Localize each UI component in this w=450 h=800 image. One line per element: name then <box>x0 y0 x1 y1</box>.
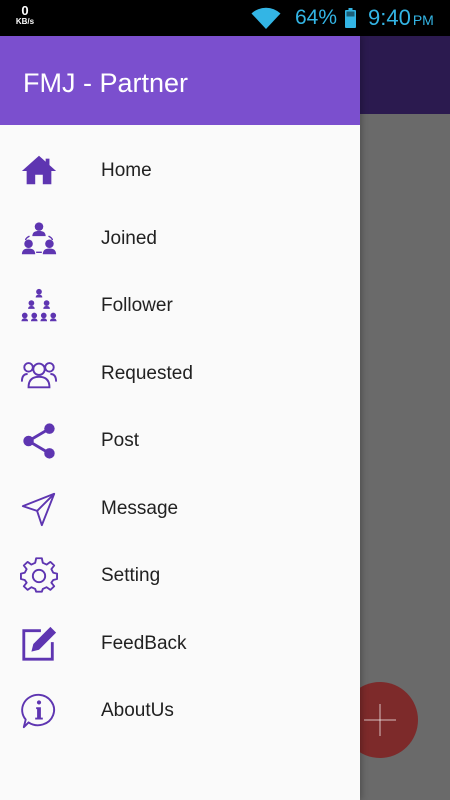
network-speed-unit: KB/s <box>15 17 35 26</box>
menu-item-joined[interactable]: Joined <box>0 205 360 273</box>
navigation-drawer: FMJ - Partner Home Joined Follower Reque… <box>0 36 360 800</box>
drawer-title: FMJ - Partner <box>23 68 189 98</box>
menu-item-aboutus[interactable]: AboutUs <box>0 677 360 745</box>
network-speed-indicator: 0 KB/s <box>12 4 38 26</box>
menu-label-requested: Requested <box>101 362 193 384</box>
app-screen: 0 KB/s 64% 9:40 PM FMJ - Partner Home Jo… <box>0 0 450 800</box>
network-speed-value: 0 <box>21 3 29 18</box>
edit-icon <box>20 625 58 663</box>
status-clock: 9:40 PM <box>368 5 434 31</box>
menu-item-follower[interactable]: Follower <box>0 272 360 340</box>
menu-label-joined: Joined <box>101 227 157 249</box>
requested-users-icon <box>20 355 58 393</box>
status-bar: 0 KB/s 64% 9:40 PM <box>0 0 450 36</box>
send-icon <box>20 490 58 528</box>
menu-label-home: Home <box>101 160 152 181</box>
follower-tree-icon <box>20 287 58 325</box>
menu-item-message[interactable]: Message <box>0 475 360 543</box>
menu-label-feedback: FeedBack <box>101 632 187 654</box>
menu-label-setting: Setting <box>101 565 161 586</box>
battery-icon <box>345 8 356 28</box>
wifi-icon <box>251 7 281 29</box>
menu-label-aboutus: AboutUs <box>101 700 174 721</box>
drawer-menu: Home Joined Follower Requested Post Mess… <box>0 125 360 745</box>
joined-group-icon <box>20 220 58 258</box>
menu-label-post: Post <box>101 430 140 451</box>
menu-item-requested[interactable]: Requested <box>0 340 360 408</box>
menu-label-follower: Follower <box>101 295 173 316</box>
share-icon <box>20 422 58 460</box>
home-icon <box>20 152 58 190</box>
clock-time: 9:40 <box>368 5 411 30</box>
clock-ampm: PM <box>412 12 434 28</box>
menu-item-feedback[interactable]: FeedBack <box>0 610 360 678</box>
menu-label-message: Message <box>101 497 179 519</box>
battery-percent: 64% <box>295 6 338 29</box>
menu-item-setting[interactable]: Setting <box>0 542 360 610</box>
menu-item-post[interactable]: Post <box>0 407 360 475</box>
drawer-header: FMJ - Partner <box>0 36 360 125</box>
info-icon <box>20 692 58 730</box>
plus-icon-vertical <box>379 704 381 736</box>
menu-item-home[interactable]: Home <box>0 137 360 205</box>
gear-icon <box>20 557 58 595</box>
